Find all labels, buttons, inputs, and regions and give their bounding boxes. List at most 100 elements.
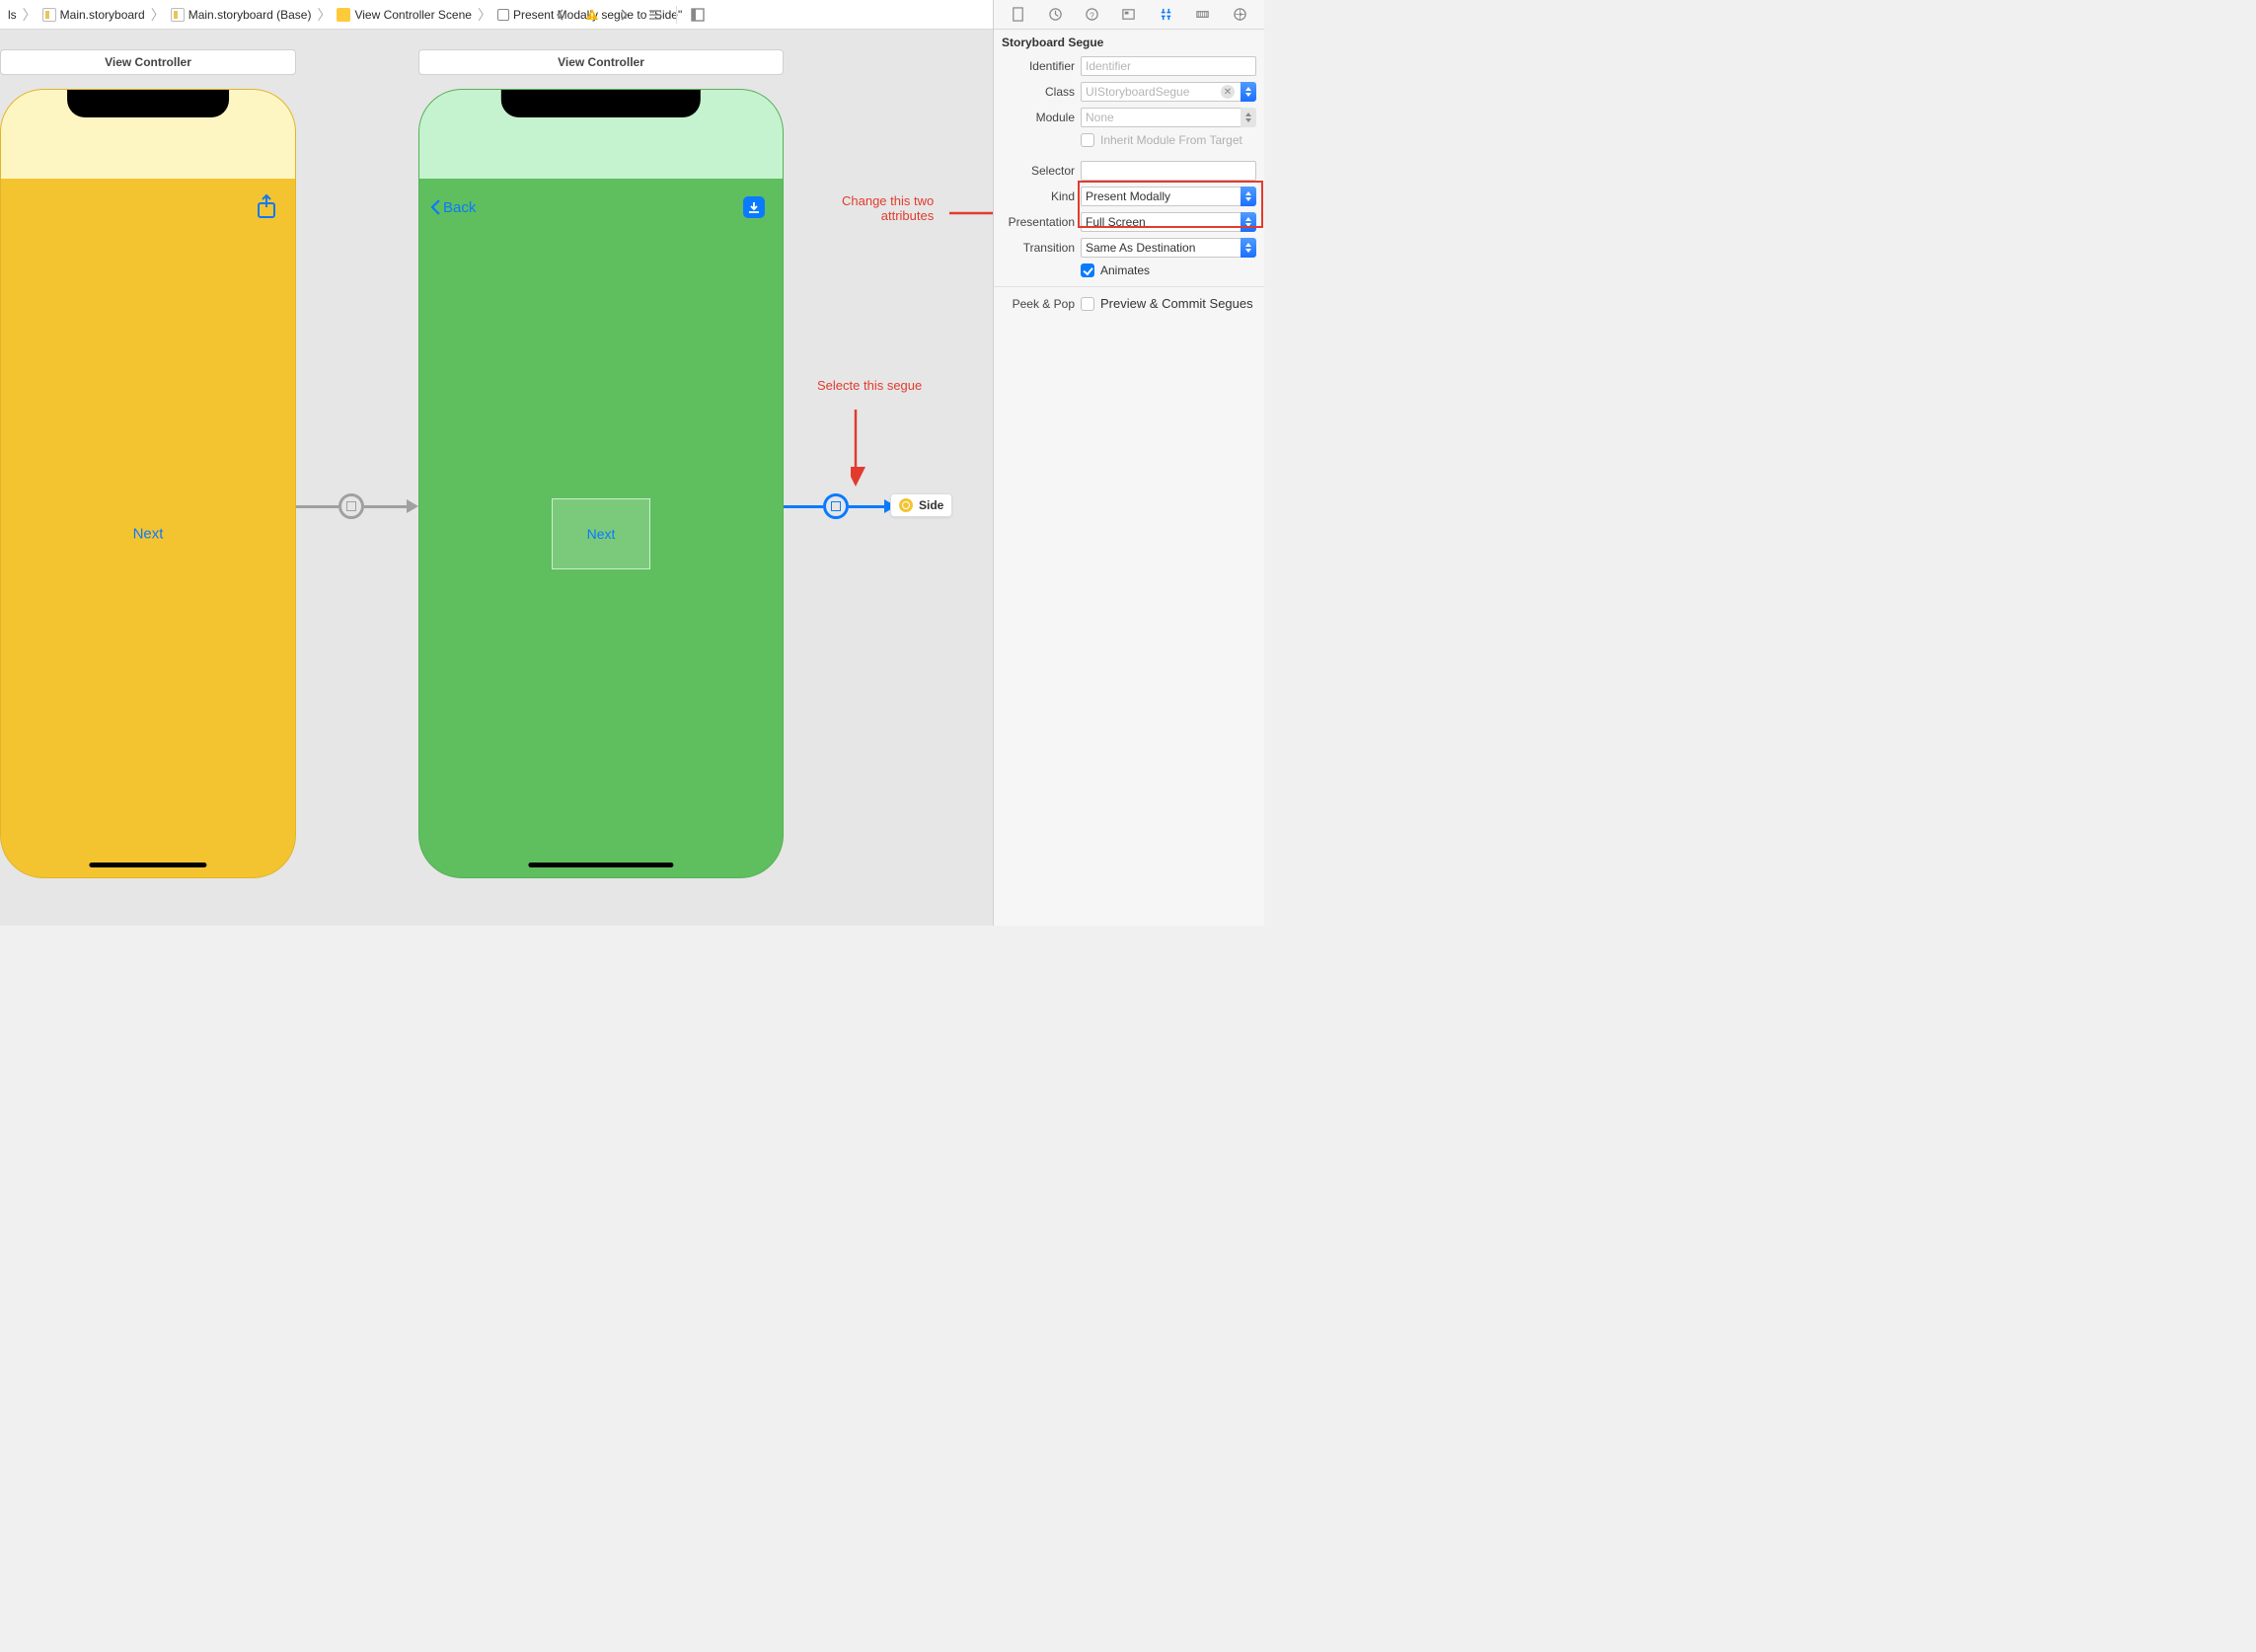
segue-kind-icon bbox=[338, 493, 364, 519]
adjust-editor-icon[interactable] bbox=[687, 4, 709, 26]
scene-title[interactable]: View Controller bbox=[0, 49, 296, 75]
share-icon[interactable] bbox=[256, 193, 277, 222]
preview-commit-checkbox[interactable] bbox=[1081, 297, 1094, 311]
dropdown-stepper-icon[interactable] bbox=[1241, 238, 1256, 258]
selector-input[interactable] bbox=[1081, 161, 1256, 181]
module-select[interactable]: None bbox=[1081, 108, 1241, 127]
breadcrumb-item[interactable]: Main.storyboard (Base) bbox=[169, 8, 314, 22]
scene-title[interactable]: View Controller bbox=[418, 49, 784, 75]
annotation-select-segue: Selecte this segue bbox=[817, 378, 922, 393]
inspector-panel: ? Storyboard Segue Identifier Class UISt… bbox=[993, 0, 1264, 926]
divider bbox=[676, 6, 677, 24]
notch-icon bbox=[67, 90, 229, 117]
file-inspector-tab[interactable] bbox=[1008, 4, 1029, 26]
kind-select[interactable]: Present Modally bbox=[1081, 187, 1241, 206]
outline-icon[interactable] bbox=[644, 4, 666, 26]
dropdown-stepper-icon[interactable] bbox=[1241, 212, 1256, 232]
size-inspector-tab[interactable] bbox=[1192, 4, 1214, 26]
dropdown-stepper-icon[interactable] bbox=[1241, 108, 1256, 127]
device-frame: Next bbox=[0, 89, 296, 878]
attributes-inspector-tab[interactable] bbox=[1155, 4, 1176, 26]
download-icon[interactable] bbox=[743, 196, 765, 218]
back-label: Back bbox=[443, 199, 476, 216]
field-label: Class bbox=[1002, 85, 1075, 99]
segue-line bbox=[849, 505, 884, 508]
breadcrumb-label: Main.storyboard bbox=[60, 8, 145, 22]
dropdown-stepper-icon[interactable] bbox=[1241, 187, 1256, 206]
back-button[interactable]: Back bbox=[429, 198, 476, 216]
segue-icon bbox=[497, 9, 509, 21]
kind-row: Kind Present Modally bbox=[994, 184, 1264, 209]
selector-row: Selector bbox=[994, 158, 1264, 184]
dropdown-stepper-icon[interactable] bbox=[1241, 82, 1256, 102]
storyboard-file-icon bbox=[42, 8, 56, 22]
presentation-select[interactable]: Full Screen bbox=[1081, 212, 1241, 232]
notch-icon bbox=[501, 90, 701, 117]
storyboard-reference-label: Side bbox=[919, 498, 943, 512]
nav-forward-button[interactable] bbox=[613, 4, 635, 26]
scene-icon bbox=[337, 8, 350, 22]
nav-back-button[interactable] bbox=[550, 4, 571, 26]
field-label: Kind bbox=[1002, 189, 1075, 203]
annotation-change-attributes: Change this two attributes bbox=[842, 193, 934, 223]
storyboard-file-icon bbox=[171, 8, 185, 22]
identifier-row: Identifier bbox=[994, 53, 1264, 79]
breadcrumb-item[interactable]: View Controller Scene bbox=[335, 8, 474, 22]
segue-line bbox=[296, 505, 338, 508]
field-label: Identifier bbox=[1002, 59, 1075, 73]
transition-select[interactable]: Same As Destination bbox=[1081, 238, 1241, 258]
checkbox-label: Animates bbox=[1100, 263, 1150, 277]
segue-line bbox=[364, 505, 407, 508]
next-button[interactable]: Next bbox=[133, 526, 164, 543]
help-inspector-tab[interactable]: ? bbox=[1082, 4, 1103, 26]
field-label: Transition bbox=[1002, 241, 1075, 255]
chevron-right-icon: 〉 bbox=[474, 5, 495, 25]
identity-inspector-tab[interactable] bbox=[1118, 4, 1140, 26]
segue-show[interactable] bbox=[296, 487, 418, 526]
class-row: Class UIStoryboardSegue ✕ bbox=[994, 79, 1264, 105]
clear-icon[interactable]: ✕ bbox=[1221, 85, 1235, 99]
divider bbox=[994, 286, 1264, 287]
breadcrumb: ls 〉 Main.storyboard 〉 Main.storyboard (… bbox=[0, 0, 993, 30]
storyboard-canvas[interactable]: View Controller Next View Controller Bac… bbox=[0, 30, 993, 926]
storyboard-reference-side[interactable]: Side bbox=[890, 493, 952, 517]
device-frame: Back Next bbox=[418, 89, 784, 878]
field-label: Selector bbox=[1002, 164, 1075, 178]
field-label: Presentation bbox=[1002, 215, 1075, 229]
identifier-input[interactable] bbox=[1081, 56, 1256, 76]
connections-inspector-tab[interactable] bbox=[1229, 4, 1250, 26]
svg-text:?: ? bbox=[1090, 10, 1094, 20]
home-indicator-icon bbox=[528, 863, 673, 867]
inspector-section-title: Storyboard Segue bbox=[994, 30, 1264, 53]
peek-pop-row: Peek & Pop Preview & Commit Segues bbox=[994, 293, 1264, 314]
breadcrumb-item[interactable]: Main.storyboard bbox=[40, 8, 147, 22]
home-indicator-icon bbox=[89, 863, 206, 867]
segue-kind-icon bbox=[823, 493, 849, 519]
next-button[interactable]: Next bbox=[587, 526, 616, 542]
chevron-right-icon: 〉 bbox=[313, 5, 335, 25]
checkbox-label: Inherit Module From Target bbox=[1100, 133, 1242, 147]
module-row: Module None bbox=[994, 105, 1264, 130]
class-select[interactable]: UIStoryboardSegue ✕ bbox=[1081, 82, 1241, 102]
presentation-row: Presentation Full Screen bbox=[994, 209, 1264, 235]
arrow-right-icon bbox=[407, 499, 418, 513]
annotation-arrow-icon bbox=[947, 199, 993, 229]
field-label: Peek & Pop bbox=[1002, 297, 1075, 311]
animates-row: Animates bbox=[994, 261, 1264, 280]
scene-view-controller-2[interactable]: View Controller Back Next bbox=[418, 49, 784, 878]
warning-icon[interactable] bbox=[581, 4, 603, 26]
animates-checkbox[interactable] bbox=[1081, 263, 1094, 277]
field-label: Module bbox=[1002, 111, 1075, 124]
scene-view-controller-1[interactable]: View Controller Next bbox=[0, 49, 296, 878]
breadcrumb-label: View Controller Scene bbox=[354, 8, 472, 22]
breadcrumb-label: ls bbox=[8, 8, 17, 22]
breadcrumb-item[interactable]: ls bbox=[6, 8, 19, 22]
transition-row: Transition Same As Destination bbox=[994, 235, 1264, 261]
inspector-tab-bar: ? bbox=[994, 0, 1264, 30]
breadcrumb-label: Main.storyboard (Base) bbox=[188, 8, 312, 22]
class-value: UIStoryboardSegue bbox=[1086, 85, 1189, 99]
history-inspector-tab[interactable] bbox=[1044, 4, 1066, 26]
inherit-module-checkbox[interactable] bbox=[1081, 133, 1094, 147]
container-view[interactable]: Next bbox=[552, 498, 650, 569]
annotation-line: Change this two bbox=[842, 193, 934, 208]
